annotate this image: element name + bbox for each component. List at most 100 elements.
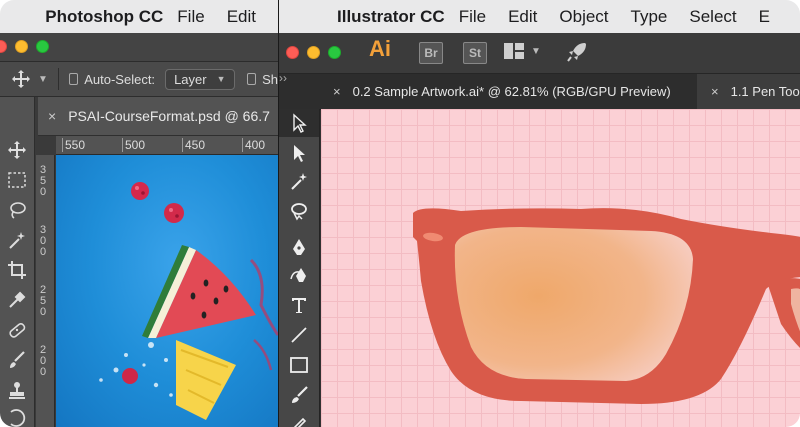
ai-window-controls [286,46,341,59]
ai-menu-select[interactable]: Select [689,7,736,27]
quick-selection-tool[interactable] [0,227,34,253]
ai-menu-object[interactable]: Object [559,7,608,27]
history-brush-icon [10,409,26,427]
auto-select-label: Auto-Select: [84,71,156,87]
ai-menu-file[interactable]: File [459,7,486,27]
ps-document-tab[interactable]: × PSAI-CourseFormat.psd @ 66.7 [38,97,278,136]
arrange-documents-button[interactable]: ▼ [503,42,541,60]
paintbrush-tool[interactable] [279,381,319,409]
layer-select[interactable]: Layer ▼ [165,68,235,90]
ruler-label: 300 [39,224,47,258]
curvature-icon [290,268,306,282]
line-segment-icon [291,327,307,343]
pencil-tool[interactable] [279,409,319,427]
close-window-button[interactable] [0,40,7,53]
raspberry [164,203,184,223]
healing-brush-tool[interactable] [0,317,34,343]
pen-tool[interactable] [279,233,319,261]
ai-application-bar: Ai Br St ▼ [279,33,800,74]
selection-tool[interactable] [279,109,319,137]
ps-menubar: Photoshop CC File Edit [0,0,278,33]
ai-artboard[interactable] [321,109,800,427]
tab-sample-artwork[interactable]: × 0.2 Sample Artwork.ai* @ 62.81% (RGB/G… [279,74,697,109]
water-splash [99,342,173,397]
ps-titlebar [0,33,278,62]
stamp-icon [9,382,25,399]
ps-toolbar [0,97,35,427]
ai-menu-type[interactable]: Type [631,7,668,27]
pencil-icon [293,417,307,427]
close-tab-icon[interactable]: × [333,84,341,99]
ruler-label: 550 [62,138,85,152]
collapse-panel-icon[interactable]: ›› [279,71,287,85]
layer-select-value: Layer [174,71,207,87]
selection-arrow-icon [293,113,307,133]
tab-title: 0.2 Sample Artwork.ai* @ 62.81% (RGB/GPU… [352,84,671,99]
lasso-tool[interactable] [279,197,319,225]
move-tool[interactable] [0,137,34,163]
chevron-down-icon: ▼ [531,45,541,57]
ai-document-tabs: × 0.2 Sample Artwork.ai* @ 62.81% (RGB/G… [279,74,800,110]
close-tab-icon[interactable]: × [711,84,719,99]
type-tool[interactable] [279,291,319,319]
ruler-label: 500 [122,138,145,152]
direct-selection-tool[interactable] [279,139,319,167]
rectangle-tool[interactable] [279,351,319,379]
chevron-down-icon: ▼ [216,74,226,84]
ps-menu-edit[interactable]: Edit [227,7,256,27]
move-tool-preset-icon[interactable]: ▼ [10,68,48,90]
ai-menubar: Illustrator CC File Edit Object Type Sel… [279,0,800,33]
ruler-label: 400 [242,138,265,152]
rocket-icon[interactable] [565,40,589,69]
crop-tool[interactable] [0,257,34,283]
minimize-window-button[interactable] [15,40,28,53]
show-transform-label: Sh [262,71,278,87]
stamp-tool[interactable] [0,377,34,403]
ps-menu-file[interactable]: File [177,7,204,27]
close-tab-icon[interactable]: × [48,108,56,124]
eyedropper-icon [9,291,26,308]
paintbrush-icon [292,386,308,403]
ps-canvas[interactable] [56,155,278,427]
magic-wand-icon [291,173,307,190]
ruler-label: 450 [182,138,205,152]
bridge-button[interactable]: Br [419,42,443,64]
marquee-tool[interactable] [0,167,34,193]
move-icon [8,141,26,159]
pen-icon [293,239,305,255]
ai-logo: Ai [369,36,391,61]
eyedropper-tool[interactable] [0,287,34,313]
minimize-window-button[interactable] [307,46,320,59]
close-window-button[interactable] [286,46,299,59]
zoom-window-button[interactable] [36,40,49,53]
ps-vertical-ruler: 350 300 250 200 [36,155,55,427]
ai-app-name[interactable]: Illustrator CC [337,7,445,27]
fruit-artwork [99,182,278,420]
show-transform-checkbox[interactable] [246,73,257,85]
brush-icon [10,351,25,368]
rectangle-icon [290,357,308,373]
sunglasses-artwork [413,208,800,404]
tab-pen-tool[interactable]: × 1.1 Pen Too [699,74,800,109]
ps-app-name[interactable]: Photoshop CC [45,7,163,27]
history-brush-tool[interactable] [0,405,34,427]
curvature-tool[interactable] [279,261,319,289]
line-segment-tool[interactable] [279,321,319,349]
zoom-window-button[interactable] [328,46,341,59]
brush-tool[interactable] [0,347,34,373]
lasso-icon [291,203,307,221]
ai-menu-edit[interactable]: Edit [508,7,537,27]
magic-wand-tool[interactable] [279,167,319,195]
tab-title: 1.1 Pen Too [730,84,800,99]
chevron-down-icon: ▼ [38,73,48,85]
ai-toolbar: ›› [279,71,320,427]
ps-document-title: PSAI-CourseFormat.psd @ 66.7 [68,108,270,124]
stock-button[interactable]: St [463,42,487,64]
ruler-label: 200 [39,344,47,378]
ruler-label: 250 [39,284,47,318]
raspberry [131,182,149,200]
auto-select-checkbox[interactable] [68,73,79,85]
lasso-icon [10,202,26,219]
lasso-tool[interactable] [0,197,34,223]
ai-menu-effect[interactable]: E [759,7,770,27]
